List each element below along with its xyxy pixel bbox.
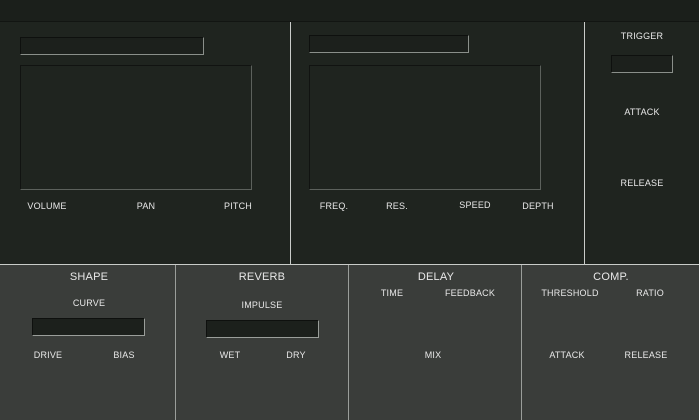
threshold-knob-label: THRESHOLD <box>541 288 599 298</box>
shape-section: SHAPE CURVE DRIVE BIAS <box>0 265 175 420</box>
wet-knob-label: WET <box>219 350 241 360</box>
trigger-label: TRIGGER <box>620 31 664 41</box>
comp-section: COMP. THRESHOLD RATIO ATTACK RELEASE <box>522 265 699 420</box>
attack-knob-label: ATTACK <box>624 107 660 117</box>
title-bar <box>0 0 699 22</box>
pitch-knob-label: PITCH <box>224 201 252 211</box>
depth-knob-label: DEPTH <box>522 201 554 211</box>
volume-knob-label: VOLUME <box>27 201 67 211</box>
res-knob-label: RES. <box>386 201 408 211</box>
preset-name-field-a[interactable] <box>20 37 204 55</box>
preset-name-field-b[interactable] <box>309 35 469 53</box>
ratio-knob-label: RATIO <box>636 288 664 298</box>
xy-pad-b[interactable] <box>309 65 541 190</box>
pan-knob-label: PAN <box>136 201 156 211</box>
delay-section: DELAY TIME FEEDBACK MIX <box>349 265 521 420</box>
impulse-selector[interactable] <box>206 320 319 338</box>
delay-title: DELAY <box>417 271 455 283</box>
bias-knob-label: BIAS <box>113 350 135 360</box>
curve-label: CURVE <box>72 298 106 308</box>
reverb-title: REVERB <box>238 271 286 283</box>
dry-knob-label: DRY <box>286 350 306 360</box>
comp-release-knob-label: RELEASE <box>624 350 668 360</box>
panel-divider-2 <box>584 22 585 265</box>
time-knob-label: TIME <box>380 288 404 298</box>
comp-attack-knob-label: ATTACK <box>549 350 585 360</box>
trigger-button[interactable] <box>611 55 673 73</box>
panel-divider-1 <box>290 22 291 265</box>
curve-selector[interactable] <box>32 318 145 336</box>
drive-knob-label: DRIVE <box>33 350 63 360</box>
feedback-knob-label: FEEDBACK <box>444 288 496 298</box>
impulse-label: IMPULSE <box>241 300 283 310</box>
release-knob-label: RELEASE <box>620 178 664 188</box>
comp-title: COMP. <box>593 271 629 283</box>
speed-knob-label: SPEED <box>459 200 491 210</box>
xy-pad-a[interactable] <box>20 65 252 190</box>
mix-knob-label: MIX <box>424 350 442 360</box>
shape-title: SHAPE <box>69 271 109 283</box>
reverb-section: REVERB IMPULSE WET DRY <box>176 265 348 420</box>
freq-knob-label: FREQ. <box>319 201 349 211</box>
